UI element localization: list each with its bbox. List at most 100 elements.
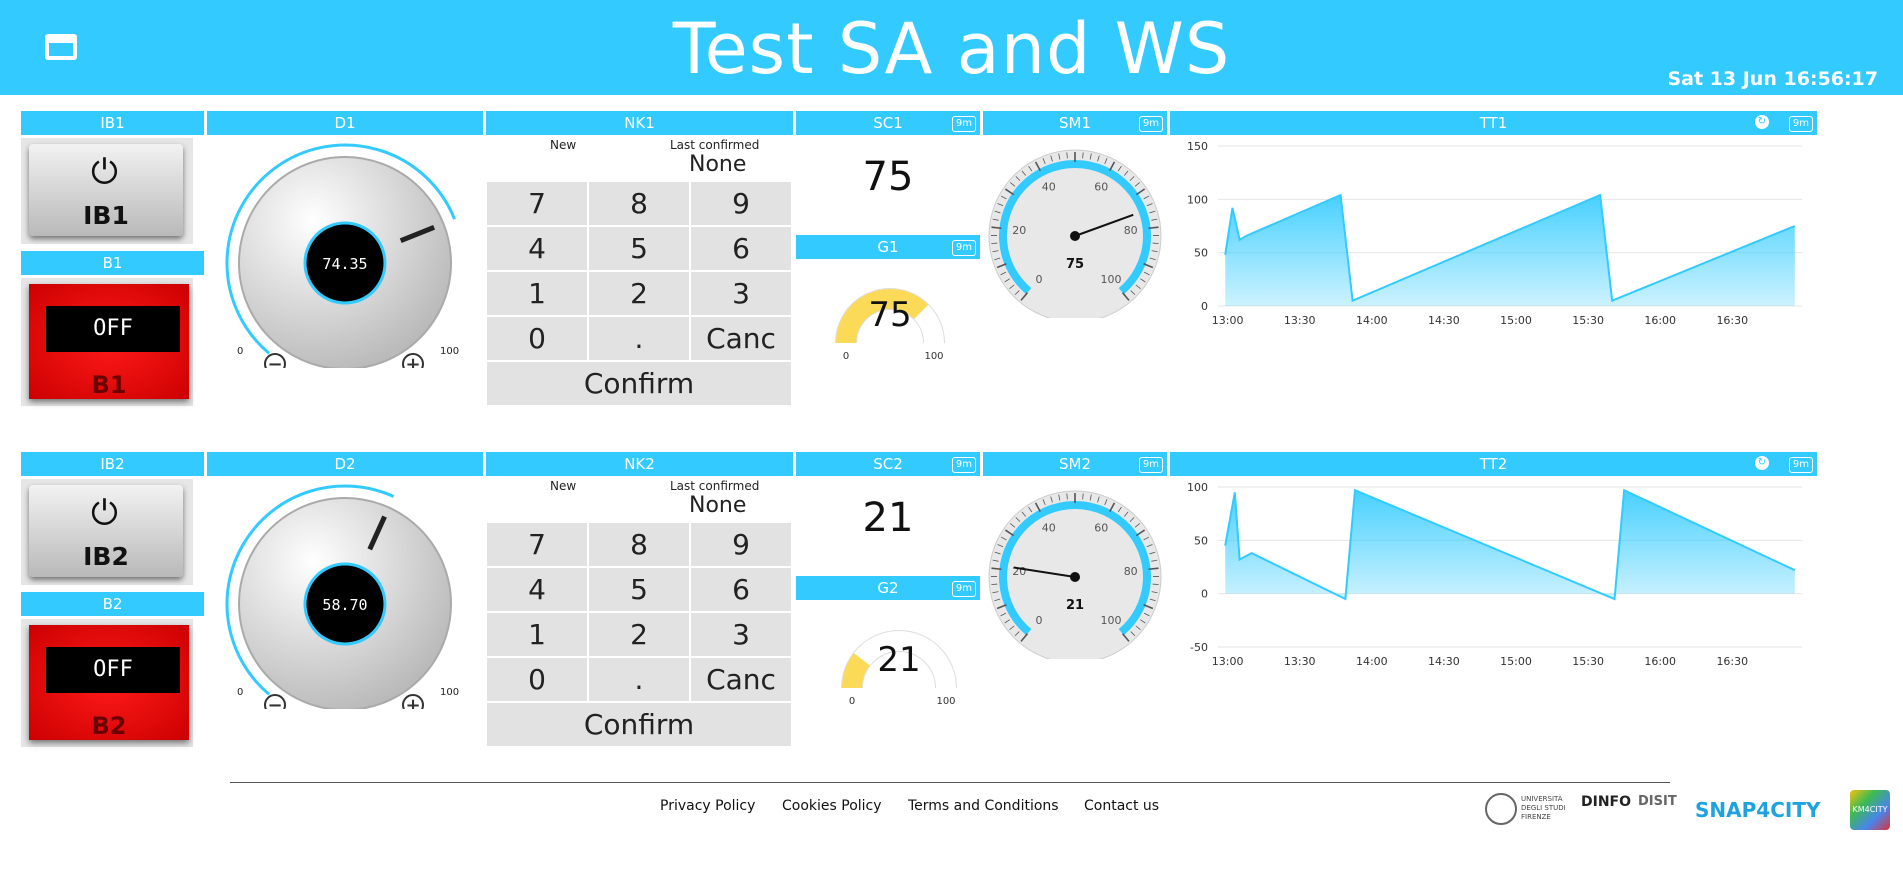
single-content-panel: 75 xyxy=(796,154,980,204)
dial-decrease-button[interactable]: − xyxy=(264,694,286,716)
keypad-key-9[interactable]: 9 xyxy=(691,182,791,225)
privacy-policy-link[interactable]: Privacy Policy xyxy=(660,798,755,814)
keypad-key-8[interactable]: 8 xyxy=(589,182,689,225)
keypad-key-0[interactable]: 0 xyxy=(487,658,587,701)
contact-us-link[interactable]: Contact us xyxy=(1084,798,1159,814)
switch-button[interactable]: OFF B2 xyxy=(29,625,189,740)
speedometer-tick-label: 40 xyxy=(1042,522,1056,535)
dial-max-label: 100 xyxy=(440,346,459,357)
keypad-key-dot[interactable]: . xyxy=(589,317,689,360)
dial-title-bar-label: D2 xyxy=(334,455,356,473)
snap4city-logo: SNAP4CITY xyxy=(1695,798,1821,822)
single-content-title-bar-time-badge: 9m xyxy=(951,457,976,473)
cookies-policy-link[interactable]: Cookies Policy xyxy=(782,798,882,814)
speedometer-panel: 0 20 40 60 80 100 75 xyxy=(983,138,1167,323)
keypad-key-3[interactable]: 3 xyxy=(691,272,791,315)
dial-knob[interactable]: 58.70 0 100 − + xyxy=(207,479,483,716)
chart-x-tick: 16:30 xyxy=(1716,655,1748,668)
keypad-key-8[interactable]: 8 xyxy=(589,523,689,566)
keypad-key-2[interactable]: 2 xyxy=(589,613,689,656)
speedometer-chart: 02040 608010021 xyxy=(988,490,1162,664)
dial-knob[interactable]: 74.35 0 100 − + xyxy=(207,138,483,375)
switch-title-bar-label: B2 xyxy=(102,595,123,613)
speedometer-title-bar-time-badge: 9m xyxy=(1138,116,1163,132)
impulse-button[interactable]: ⏻ IB2 xyxy=(29,485,183,577)
keypad-last-confirmed-value: None xyxy=(689,152,747,177)
gauge-title-bar-time-badge: 9m xyxy=(951,581,976,597)
impulse-button-panel: ⏻ IB1 xyxy=(21,138,193,244)
trend-chart-panel: 0 50 100 150 13:00 13:30 14:00 14:30 15:00 15:30 1… xyxy=(1170,138,1817,338)
dinfo-logo: DINFO xyxy=(1581,794,1632,810)
chart-y-tick: 0 xyxy=(1201,588,1208,601)
dial-decrease-button[interactable]: − xyxy=(264,353,286,375)
keypad-key-9[interactable]: 9 xyxy=(691,523,791,566)
speedometer-tick-label: 60 xyxy=(1094,522,1108,535)
terms-link[interactable]: Terms and Conditions xyxy=(908,798,1059,814)
header-bar: Test SA and WS Sat 13 Jun 16:56:17 xyxy=(0,0,1903,95)
unifi-logo-text: UNIVERSITÀ DEGLI STUDI FIRENZE xyxy=(1521,795,1566,821)
svg-text:−: − xyxy=(267,354,282,368)
gauge-title-bar: G2 9m xyxy=(796,576,980,600)
single-content-panel: 21 xyxy=(796,495,980,545)
keypad-key-1[interactable]: 1 xyxy=(487,613,587,656)
trend-title-bar: TT1 9m ↻ xyxy=(1170,111,1817,135)
switch-button-panel: OFF B1 xyxy=(21,278,193,406)
keypad-key-7[interactable]: 7 xyxy=(487,182,587,225)
gauge-chart: 21 0 100 xyxy=(841,630,957,707)
impulse-button[interactable]: ⏻ IB1 xyxy=(29,144,183,236)
keypad-last-confirmed-label: Last confirmed xyxy=(670,138,760,152)
keypad-key-3[interactable]: 3 xyxy=(691,613,791,656)
chart-x-tick: 15:30 xyxy=(1572,655,1604,668)
keypad-key-canc[interactable]: Canc xyxy=(691,658,791,701)
gauge-min-label: 0 xyxy=(843,351,849,362)
single-content-title-bar: SC2 9m xyxy=(796,452,980,476)
chart-x-tick: 15:00 xyxy=(1500,655,1532,668)
gauge-max-label: 100 xyxy=(924,351,943,362)
numeric-keypad-panel: New Last confirmed None 7 8 9 4 5 6 1 2 3 0. Canc Conf… xyxy=(486,479,793,746)
keypad-key-0[interactable]: 0 xyxy=(487,317,587,360)
trend-chart: -50 0 50 100 13:00 13:30 14:00 14:30 15:00 15:30 1… xyxy=(1187,481,1802,668)
keypad-key-4[interactable]: 4 xyxy=(487,227,587,270)
switch-label: B1 xyxy=(91,371,127,399)
refresh-icon[interactable]: ↻ xyxy=(1755,115,1769,129)
keypad-key-dot[interactable]: . xyxy=(589,658,689,701)
chart-x-tick: 16:00 xyxy=(1644,655,1676,668)
dial-increase-button[interactable]: + xyxy=(402,694,424,716)
gauge-chart: 75 0 100 xyxy=(835,288,945,362)
keypad-confirm-button[interactable]: Confirm xyxy=(487,362,791,405)
chart-y-tick: 150 xyxy=(1187,140,1208,153)
gauge-panel: 21 0 100 xyxy=(800,604,980,714)
keypad-last-confirmed-value: None xyxy=(689,493,747,518)
dial-increase-button[interactable]: + xyxy=(402,353,424,375)
dial-value-text: 58.70 xyxy=(322,596,367,614)
switch-display: OFF xyxy=(46,306,180,352)
gauge-value: 21 xyxy=(877,640,920,680)
keypad-key-1[interactable]: 1 xyxy=(487,272,587,315)
keypad-key-4[interactable]: 4 xyxy=(487,568,587,611)
chart-x-tick: 16:30 xyxy=(1716,314,1748,327)
keypad-key-7[interactable]: 7 xyxy=(487,523,587,566)
switch-button[interactable]: OFF B1 xyxy=(29,284,189,399)
keypad-key-2[interactable]: 2 xyxy=(589,272,689,315)
keypad-key-canc[interactable]: Canc xyxy=(691,317,791,360)
chart-y-tick: 100 xyxy=(1187,193,1208,206)
km4city-logo: KM4CITY xyxy=(1850,790,1890,830)
svg-text:+: + xyxy=(405,354,420,368)
keypad-key-5[interactable]: 5 xyxy=(589,568,689,611)
keypad-confirm-button[interactable]: Confirm xyxy=(487,703,791,746)
keypad-key-6[interactable]: 6 xyxy=(691,227,791,270)
dial-title-bar: D1 xyxy=(207,111,483,135)
chart-x-tick: 14:30 xyxy=(1428,655,1460,668)
speedometer-tick-label: 80 xyxy=(1124,565,1138,578)
widget-row-1: IB1 D1 NK1 SC1 9m SM1 9m TT1 9m ↻ ⏻ IB1 B1 OFF B1 74.35… xyxy=(0,0,1903,894)
switch-display: OFF xyxy=(46,647,180,693)
dashboard-title: Test SA and WS xyxy=(672,8,1231,90)
refresh-icon[interactable]: ↻ xyxy=(1755,456,1769,470)
switch-button-panel: OFF B2 xyxy=(21,619,193,747)
impulse-button-label: IB2 xyxy=(83,542,129,571)
keypad-key-6[interactable]: 6 xyxy=(691,568,791,611)
chart-x-tick: 15:00 xyxy=(1500,314,1532,327)
trend-title-bar-label: TT2 xyxy=(1479,455,1508,473)
ib-title-bar: IB2 xyxy=(21,452,204,476)
keypad-key-5[interactable]: 5 xyxy=(589,227,689,270)
